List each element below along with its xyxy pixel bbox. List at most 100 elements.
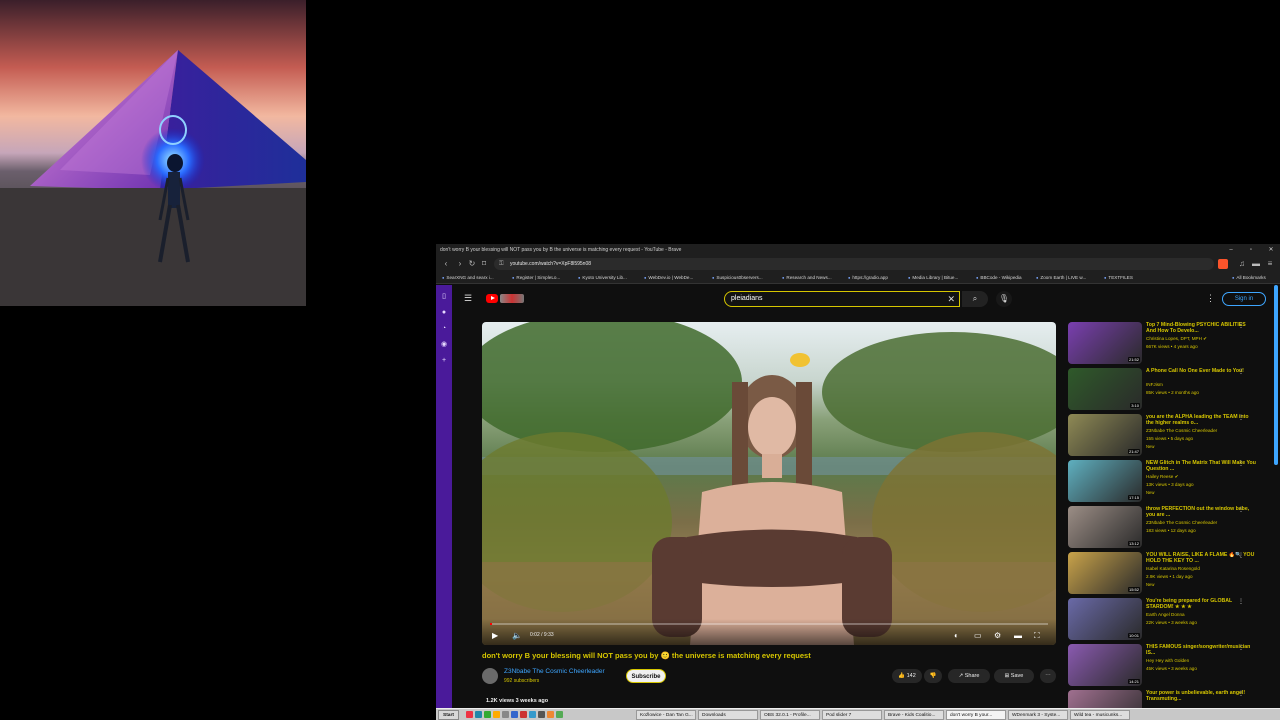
taskbar-window-button[interactable]: Wild tea - musicunks... xyxy=(1070,710,1130,720)
channel-name[interactable]: Z3Nbabe The Cosmic Cheerleader xyxy=(504,668,605,675)
more-options-icon[interactable]: ⋮ xyxy=(1238,414,1244,421)
taskbar-window-button[interactable]: don't worry B your... xyxy=(946,710,1006,720)
recommendation-item[interactable]: 3:10 A Phone Call No One Ever Made to You… xyxy=(1068,368,1272,412)
bookmark-item[interactable]: https://gradio.app xyxy=(848,272,888,283)
more-actions-button[interactable]: ⋯ xyxy=(1040,669,1056,683)
quicklaunch-icon[interactable] xyxy=(475,711,482,718)
taskbar-window-button[interactable]: OBS 32.0.1 - Profile... xyxy=(760,710,820,720)
all-bookmarks[interactable]: All Bookmarks xyxy=(1232,272,1265,283)
taskbar-window-button[interactable]: Brave - Kids Coalitio... xyxy=(884,710,944,720)
more-options-icon[interactable]: ⋮ xyxy=(1238,552,1244,559)
recommendation-thumbnail[interactable]: 21:47 xyxy=(1068,414,1142,456)
clear-search-icon[interactable]: ✕ xyxy=(947,292,955,306)
back-icon[interactable]: ‹ xyxy=(440,258,452,270)
hamburger-menu-icon[interactable]: ☰ xyxy=(464,293,472,304)
quicklaunch-icon[interactable] xyxy=(547,711,554,718)
taskbar-window-button[interactable]: WDenmark 3 - Syste... xyxy=(1008,710,1068,720)
bookmark-item[interactable]: BBCode - Wikipedia xyxy=(976,272,1021,283)
video-player[interactable]: ▶ 🔈 0:02 / 9:33 ◐ ▭ ⚙ ▬ ⛶ xyxy=(482,322,1056,645)
reload-icon[interactable]: ↻ xyxy=(466,258,478,270)
wallet-icon[interactable]: ▬ xyxy=(1250,258,1262,270)
recommendation-thumbnail[interactable]: 10:01 xyxy=(1068,598,1142,640)
recommendation-thumbnail[interactable]: 15:52 xyxy=(1068,552,1142,594)
bookmark-item[interactable]: SearXNG and searx i... xyxy=(442,272,493,283)
quicklaunch-icon[interactable] xyxy=(484,711,491,718)
recommendation-item[interactable]: 21:52 Top 7 Mind-Blowing PSYCHIC ABILITIE… xyxy=(1068,322,1272,366)
microphone-icon[interactable]: 🎙 xyxy=(996,291,1012,307)
quicklaunch-icon[interactable] xyxy=(556,711,563,718)
add-rail-icon[interactable]: + xyxy=(440,357,448,365)
bookmark-item[interactable]: Research and News... xyxy=(782,272,831,283)
start-button[interactable]: Start xyxy=(438,710,459,720)
like-button[interactable]: 👍 142 xyxy=(892,669,922,683)
sidebar-panel-icon[interactable]: ▯ xyxy=(440,293,448,301)
theater-mode-icon[interactable]: ▬ xyxy=(1014,631,1022,640)
bookmark-item[interactable]: Register | SimpleLo... xyxy=(512,272,560,283)
bookmark-item[interactable]: WebDev.io | WebDe... xyxy=(644,272,693,283)
bookmark-icon[interactable]: ⌑ xyxy=(478,258,490,270)
more-options-icon[interactable]: ⋮ xyxy=(1238,598,1244,605)
minimize-icon[interactable]: – xyxy=(1222,244,1240,256)
brave-shields-icon[interactable] xyxy=(1218,259,1228,269)
more-options-icon[interactable]: ⋮ xyxy=(1238,690,1244,697)
quicklaunch-icon[interactable] xyxy=(520,711,527,718)
volume-icon[interactable]: 🔈 xyxy=(512,631,522,640)
recommendation-thumbnail[interactable]: 3:10 xyxy=(1068,368,1142,410)
taskbar-window-button[interactable]: Downloads xyxy=(698,710,758,720)
recommendation-item[interactable]: 15:52 YOU WILL RAISE, LIKE A FLAME 🔥🔍 YOU… xyxy=(1068,552,1272,596)
youtube-doodle[interactable] xyxy=(500,294,524,303)
recommendation-item[interactable]: 17:15 NEW Glitch in The Matrix That Will … xyxy=(1068,460,1272,504)
bookmark-item[interactable]: Zoom Earth | LIVE w... xyxy=(1036,272,1086,283)
taskbar-window-button[interactable]: Koźlowice - Dan Tan G... xyxy=(636,710,696,720)
recommendation-item[interactable]: 21:47 you are the ALPHA leading the TEAM … xyxy=(1068,414,1272,458)
recommendation-thumbnail[interactable]: 17:15 xyxy=(1068,460,1142,502)
media-icon[interactable]: ♫ xyxy=(1236,258,1248,270)
more-options-icon[interactable]: ⋮ xyxy=(1238,368,1244,375)
bookmark-item[interactable]: TEXTFILES xyxy=(1104,272,1133,283)
forward-icon[interactable]: › xyxy=(454,258,466,270)
quicklaunch-icon[interactable] xyxy=(538,711,545,718)
quicklaunch-icon[interactable] xyxy=(511,711,518,718)
quicklaunch-icon[interactable] xyxy=(466,711,473,718)
dislike-button[interactable]: 👎 xyxy=(924,669,942,683)
taskbar-window-button[interactable]: Pod slider 7 xyxy=(822,710,882,720)
quicklaunch-icon[interactable] xyxy=(493,711,500,718)
autoplay-toggle-icon[interactable]: ◐ xyxy=(954,631,959,640)
more-options-icon[interactable]: ⋮ xyxy=(1238,322,1244,329)
search-input[interactable]: pleiadians ✕ xyxy=(724,291,960,307)
bookmark-item[interactable]: Media Library | Bitue... xyxy=(908,272,958,283)
search-icon[interactable]: ⌕ xyxy=(962,291,988,307)
settings-gear-icon[interactable]: ⚙ xyxy=(994,631,1001,640)
more-options-icon[interactable]: ⋮ xyxy=(1238,460,1244,467)
settings-dots-icon[interactable]: ⋮ xyxy=(1206,293,1215,304)
progress-bar[interactable] xyxy=(490,623,1048,625)
close-icon[interactable]: ✕ xyxy=(1262,244,1280,256)
maximize-icon[interactable]: ▫ xyxy=(1242,244,1260,256)
quicklaunch-icon[interactable] xyxy=(502,711,509,718)
history-rail-icon[interactable]: ◔ xyxy=(440,325,448,333)
quicklaunch-icon[interactable] xyxy=(529,711,536,718)
recommendation-thumbnail[interactable]: 13:12 xyxy=(1068,506,1142,548)
recommendation-item[interactable]: 13:12 throw PERFECTION out the window bab… xyxy=(1068,506,1272,550)
recommendation-item[interactable]: 14:21 THIS FAMOUS singer/songwriter/music… xyxy=(1068,644,1272,688)
fullscreen-icon[interactable]: ⛶ xyxy=(1034,631,1040,641)
youtube-rail-icon[interactable]: ● xyxy=(440,309,448,317)
youtube-logo[interactable] xyxy=(486,294,498,303)
bookmark-item[interactable]: Suspicious0bservers... xyxy=(712,272,762,283)
address-bar[interactable]: ⚿ youtube.com/watch?v=XpF8l595n08 xyxy=(494,258,1214,270)
sign-in-button[interactable]: Sign in xyxy=(1222,292,1266,306)
play-icon[interactable]: ▶ xyxy=(492,631,498,640)
recommendation-thumbnail[interactable]: 21:52 xyxy=(1068,322,1142,364)
channel-avatar[interactable] xyxy=(482,668,498,684)
recommendation-item[interactable]: 10:01 You're being prepared for GLOBAL ST… xyxy=(1068,598,1272,642)
more-options-icon[interactable]: ⋮ xyxy=(1238,644,1244,651)
menu-icon[interactable]: ≡ xyxy=(1264,258,1276,270)
subscribe-button[interactable]: Subscribe xyxy=(626,669,666,683)
bookmark-item[interactable]: Kyoto University Lib... xyxy=(578,272,626,283)
share-button[interactable]: ↗ Share xyxy=(948,669,990,683)
record-rail-icon[interactable]: ◉ xyxy=(440,341,448,349)
page-scrollbar[interactable] xyxy=(1274,285,1278,465)
subtitles-icon[interactable]: ▭ xyxy=(974,631,982,640)
save-button[interactable]: ⊞ Save xyxy=(994,669,1034,683)
more-options-icon[interactable]: ⋮ xyxy=(1238,506,1244,513)
